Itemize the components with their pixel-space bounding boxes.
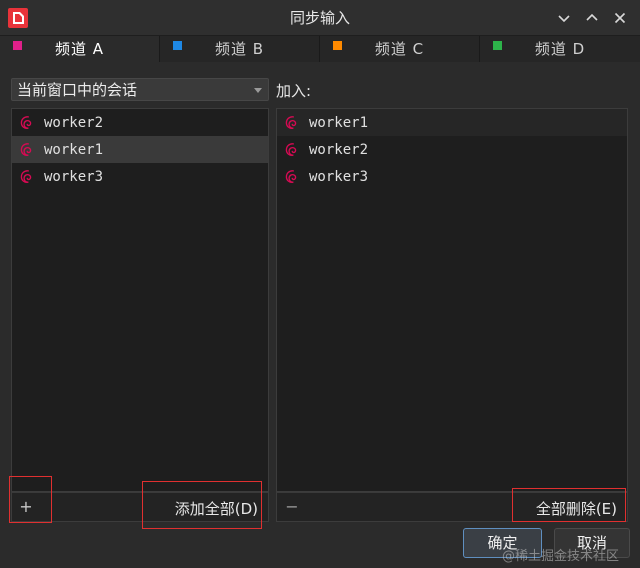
chevron-up-icon: [586, 13, 598, 21]
tab-label: 频道 D: [534, 40, 586, 58]
channel-tabs: 频道 A 频道 B 频道 C 频道 D: [0, 36, 640, 62]
channel-color-swatch: [173, 41, 182, 50]
session-name: worker2: [44, 114, 104, 131]
watermark: @稀土掘金技术社区: [502, 549, 620, 564]
channel-color-swatch: [13, 41, 22, 50]
list-item[interactable]: worker3: [277, 163, 627, 190]
session-source-value: 当前窗口中的会话: [17, 81, 138, 99]
close-icon: [614, 12, 626, 24]
annotation-box-add: [9, 476, 52, 523]
close-button[interactable]: [608, 6, 632, 30]
session-name: worker1: [309, 114, 369, 131]
list-item[interactable]: worker1: [277, 109, 627, 136]
maximize-button[interactable]: [580, 6, 604, 30]
debian-swirl-icon: [20, 142, 32, 156]
session-name: worker3: [44, 168, 104, 185]
session-name: worker1: [44, 141, 104, 158]
remove-session-button[interactable]: −: [281, 497, 303, 517]
annotation-box-add-all: [142, 481, 262, 529]
debian-swirl-icon: [285, 169, 297, 183]
minimize-button[interactable]: [552, 6, 576, 30]
channel-color-swatch: [333, 41, 342, 50]
session-name: worker2: [309, 141, 369, 158]
debian-swirl-icon: [20, 115, 32, 129]
available-sessions-list[interactable]: worker2 worker1 worker3: [11, 108, 269, 492]
session-source-select[interactable]: 当前窗口中的会话: [11, 78, 269, 101]
debian-swirl-icon: [285, 115, 297, 129]
tab-label: 频道 B: [214, 40, 265, 58]
annotation-box-delete-all: [512, 488, 626, 522]
dropdown-arrow-icon: [254, 88, 262, 93]
joined-sessions-list[interactable]: worker1 worker2 worker3: [276, 108, 628, 492]
debian-swirl-icon: [285, 142, 297, 156]
tab-label: 频道 C: [374, 40, 425, 58]
list-item[interactable]: worker3: [12, 163, 268, 190]
tab-channel-a[interactable]: 频道 A: [0, 36, 160, 62]
list-item[interactable]: worker2: [277, 136, 627, 163]
list-item[interactable]: worker2: [12, 109, 268, 136]
tab-channel-b[interactable]: 频道 B: [160, 36, 320, 62]
title-bar: 同步输入: [0, 0, 640, 36]
window-title: 同步输入: [289, 9, 350, 27]
tab-channel-d[interactable]: 频道 D: [480, 36, 640, 62]
channel-color-swatch: [493, 41, 502, 50]
session-name: worker3: [309, 168, 369, 185]
tab-channel-c[interactable]: 频道 C: [320, 36, 480, 62]
chevron-down-icon: [558, 15, 570, 23]
join-label: 加入:: [276, 82, 312, 100]
list-item[interactable]: worker1: [12, 136, 268, 163]
debian-swirl-icon: [20, 169, 32, 183]
tab-label: 频道 A: [54, 40, 105, 58]
